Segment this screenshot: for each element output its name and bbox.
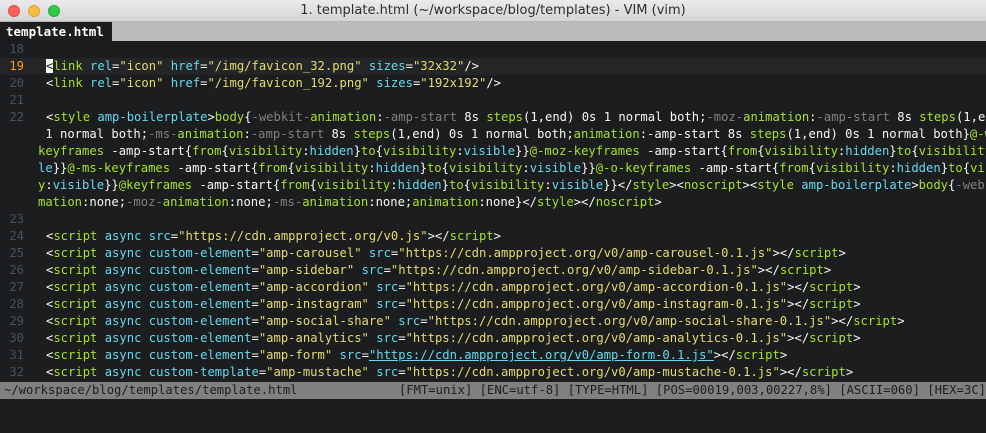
code-line[interactable]: 21 xyxy=(0,92,986,109)
code-text: <link rel="icon" href="/img/favicon_192.… xyxy=(46,76,502,90)
code-line[interactable]: 26 <script async custom-element="amp-side… xyxy=(0,262,986,279)
code-text: <script async custom-element="amp-analyt… xyxy=(46,331,861,345)
line-number: 27 xyxy=(9,280,24,294)
vim-statusline: ~/workspace/blog/templates/template.html… xyxy=(0,382,986,399)
line-number: 18 xyxy=(9,42,24,56)
line-number: 23 xyxy=(9,212,24,226)
code-text: <style amp-boilerplate>body{-webkit-anim… xyxy=(46,110,986,124)
line-number: 20 xyxy=(9,76,24,90)
code-line-wrap[interactable]: mation:none;-moz-animation:none;-ms-anim… xyxy=(0,194,986,211)
code-text: <script async custom-element="amp-form" … xyxy=(46,348,788,362)
editor-buffer[interactable]: 18 19 <link rel="icon" href="/img/favicon_… xyxy=(0,41,986,381)
code-text: keyframes -amp-start{from{visibility:hid… xyxy=(38,144,986,158)
code-line[interactable]: 32 <script async custom-template="amp-mus… xyxy=(0,364,986,381)
status-right-group: [FMT=unix] [ENC=utf-8] [TYPE=HTML] [POS=… xyxy=(399,382,986,399)
code-line[interactable]: 27 <script async custom-element="amp-acco… xyxy=(0,279,986,296)
line-number: 25 xyxy=(9,246,24,260)
code-line[interactable]: 30 <script async custom-element="amp-anal… xyxy=(0,330,986,347)
code-text: <script async src="https://cdn.ampprojec… xyxy=(46,229,501,243)
vim-command-line[interactable] xyxy=(0,399,986,428)
status-encoding: [ENC=utf-8] xyxy=(479,383,561,397)
code-line[interactable]: 20 <link rel="icon" href="/img/favicon_19… xyxy=(0,75,986,92)
code-text: le}}@-ms-keyframes -amp-start{from{visib… xyxy=(38,161,986,175)
code-text: <script async custom-element="amp-sideba… xyxy=(46,263,832,277)
status-hex: [HEX=3C] xyxy=(927,383,986,397)
code-text: <script async custom-template="amp-musta… xyxy=(46,365,854,379)
status-ascii: [ASCII=060] xyxy=(839,383,920,397)
status-file-path: ~/workspace/blog/templates/template.html xyxy=(4,383,298,397)
vim-tabline: template.html xyxy=(0,22,986,41)
code-line-wrap[interactable]: y:visible}}@keyframes -amp-start{from{vi… xyxy=(0,177,986,194)
code-line[interactable]: 25 <script async custom-element="amp-caro… xyxy=(0,245,986,262)
code-text: <script async custom-element="amp-accord… xyxy=(46,280,861,294)
code-line[interactable]: 28 <script async custom-element="amp-inst… xyxy=(0,296,986,313)
line-number: 29 xyxy=(9,314,24,328)
code-line[interactable]: 19 <link rel="icon" href="/img/favicon_32… xyxy=(0,58,986,75)
line-number: 28 xyxy=(9,297,24,311)
code-line[interactable]: 18 xyxy=(0,41,986,58)
code-text: <script async custom-element="amp-instag… xyxy=(46,297,861,311)
code-text: y:visible}}@keyframes -amp-start{from{vi… xyxy=(38,178,986,192)
code-line[interactable]: 29 <script async custom-element="amp-soci… xyxy=(0,313,986,330)
line-number: 30 xyxy=(9,331,24,345)
line-number: 32 xyxy=(9,365,24,379)
code-text: <script async custom-element="amp-social… xyxy=(46,314,905,328)
line-number: 19 xyxy=(9,59,24,73)
line-number: 21 xyxy=(9,93,24,107)
code-line[interactable]: 31 <script async custom-element="amp-form… xyxy=(0,347,986,364)
status-position: [POS=00019,003,00227,8%] xyxy=(655,383,832,397)
line-number: 22 xyxy=(9,110,24,124)
code-text: 1 normal both;-ms-animation:-amp-start 8… xyxy=(38,127,986,141)
line-number: 31 xyxy=(9,348,24,362)
code-line[interactable]: 23 xyxy=(0,211,986,228)
code-line-wrap[interactable]: keyframes -amp-start{from{visibility:hid… xyxy=(0,143,986,160)
code-line[interactable]: 22 <style amp-boilerplate>body{-webkit-an… xyxy=(0,109,986,126)
line-number: 26 xyxy=(9,263,24,277)
status-format: [FMT=unix] xyxy=(398,383,473,397)
window-titlebar: 1. template.html (~/workspace/blog/templ… xyxy=(0,0,986,22)
code-line-wrap[interactable]: le}}@-ms-keyframes -amp-start{from{visib… xyxy=(0,160,986,177)
window-title: 1. template.html (~/workspace/blog/templ… xyxy=(300,3,686,18)
line-number: 24 xyxy=(9,229,24,243)
code-line-wrap[interactable]: 1 normal both;-ms-animation:-amp-start 8… xyxy=(0,126,986,143)
tab-template-html[interactable]: template.html xyxy=(0,22,112,41)
code-text: mation:none;-moz-animation:none;-ms-anim… xyxy=(38,195,662,209)
code-text: <link rel="icon" href="/img/favicon_32.p… xyxy=(46,59,479,73)
status-filetype: [TYPE=HTML] xyxy=(567,383,649,397)
code-text: <script async custom-element="amp-carous… xyxy=(46,246,846,260)
code-line[interactable]: 24 <script async src="https://cdn.ampproj… xyxy=(0,228,986,245)
